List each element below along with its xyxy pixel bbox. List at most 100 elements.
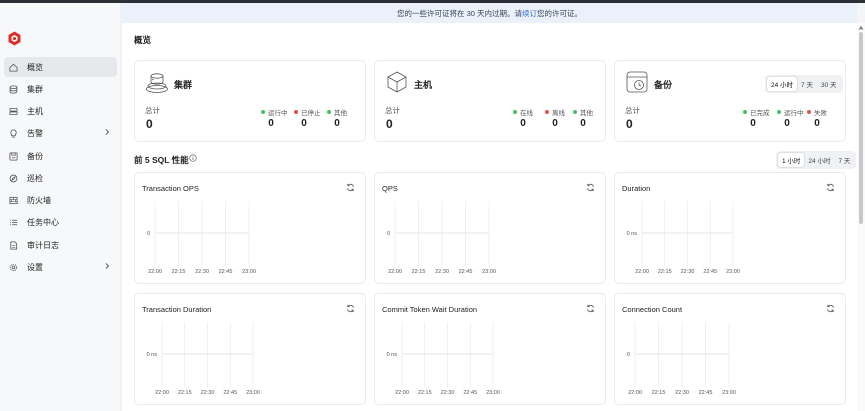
x-tick-label: 22:00 <box>148 269 162 275</box>
status-dot <box>573 110 577 114</box>
range-option[interactable]: 7 天 <box>797 77 817 91</box>
home-icon <box>8 62 18 72</box>
x-tick-label: 22:15 <box>658 269 672 275</box>
status-dot <box>743 110 747 114</box>
chart-plot: 22:00 22:15 22:30 22:45 23:00 0 <box>147 201 256 275</box>
total-label: 总计 <box>625 106 640 115</box>
x-tick-label: 22:15 <box>412 269 426 275</box>
x-tick-label: 22:45 <box>459 269 473 275</box>
scrollbar-thumb[interactable] <box>859 32 863 224</box>
card-title: 集群 <box>174 80 193 90</box>
status-label: 失败 <box>814 110 827 117</box>
sidebar-item-0[interactable]: 概览 <box>4 57 117 77</box>
sidebar-item-6[interactable]: 防火墙 <box>4 190 117 210</box>
document-icon <box>8 240 18 250</box>
sidebar-item-3[interactable]: 告警 <box>4 123 117 143</box>
metric-chart-4: Commit Token Wait Duration 22:00 22:15 22:3… <box>374 293 606 405</box>
total-value: 0 <box>386 117 393 131</box>
range-option[interactable]: 24 小时 <box>804 153 834 167</box>
sidebar-item-9[interactable]: 设置 <box>4 257 117 277</box>
x-tick-label: 23:00 <box>722 390 736 396</box>
cluster-icon <box>146 73 168 93</box>
status-label: 其他 <box>580 110 593 117</box>
list-icon <box>8 217 18 227</box>
range-option[interactable]: 30 天 <box>817 77 841 91</box>
summary-card-1[interactable]: 主机 总计 0 在线 0 离线 0 其他 0 <box>374 60 606 142</box>
y-tick-label: 0 <box>147 231 150 237</box>
chart-plot: 22:00 22:15 22:30 22:45 23:00 0 ns <box>387 322 500 396</box>
x-tick-label: 22:30 <box>195 269 209 275</box>
x-tick-label: 22:45 <box>463 390 477 396</box>
status-count: 0 <box>301 118 307 129</box>
total-label: 总计 <box>145 106 160 115</box>
total-label: 总计 <box>385 106 400 115</box>
sidebar-item-4[interactable]: 备份 <box>4 146 117 166</box>
status-legend: 其他 <box>327 107 347 117</box>
x-tick-label: 22:45 <box>223 390 237 396</box>
metric-chart-0: Transaction OPS 22:00 22:15 22:30 22:45 23:00… <box>134 172 366 284</box>
database-icon <box>8 84 18 94</box>
sidebar-item-label: 告警 <box>27 128 43 138</box>
x-tick-label: 22:30 <box>435 269 449 275</box>
x-tick-label: 22:15 <box>418 390 432 396</box>
sidebar-item-label: 防火墙 <box>27 195 51 205</box>
cube-icon <box>387 71 407 93</box>
sidebar-item-label: 备份 <box>27 151 43 161</box>
status-dot <box>327 110 331 114</box>
x-tick-label: 22:30 <box>675 390 689 396</box>
sidebar-item-7[interactable]: 任务中心 <box>4 212 117 232</box>
sidebar-item-2[interactable]: 主机 <box>4 101 117 121</box>
x-tick-label: 23:00 <box>482 269 496 275</box>
y-tick-label: 0 ns <box>387 352 398 358</box>
metric-chart-3: Transaction Duration 22:00 22:15 22:30 22:45… <box>134 293 366 405</box>
status-dot <box>513 110 517 114</box>
status-dot <box>294 110 298 114</box>
gear-icon <box>8 262 18 272</box>
chart-plot: 22:00 22:15 22:30 22:45 23:00 0 ns <box>147 322 260 396</box>
range-option[interactable]: 7 天 <box>834 153 854 167</box>
backup-icon <box>626 71 648 93</box>
sidebar-item-1[interactable]: 集群 <box>4 79 117 99</box>
metric-chart-2: Duration 22:00 22:15 22:30 22:45 23:00 0 ns <box>614 172 846 284</box>
sidebar-item-label: 巡检 <box>27 173 43 183</box>
sidebar-item-label: 设置 <box>27 262 43 272</box>
summary-card-0[interactable]: 集群 总计 0 运行中 0 已停止 0 其他 0 <box>134 60 366 142</box>
renew-license-link[interactable]: 续订 <box>522 9 537 18</box>
sidebar-item-label: 任务中心 <box>27 217 59 227</box>
server-icon <box>8 106 18 116</box>
status-count: 0 <box>784 118 790 129</box>
chart-plot: 22:00 22:15 22:30 22:45 23:00 0 <box>387 201 496 275</box>
status-count: 0 <box>814 118 820 129</box>
banner-text-end: 您的许可证。 <box>537 9 582 18</box>
x-tick-label: 23:00 <box>246 390 260 396</box>
status-dot <box>777 110 781 114</box>
summary-card-2[interactable]: 备份 总计 0 已完成 0 运行中 0 失败 0 24 小时 7 天 30 天 <box>614 60 846 142</box>
x-tick-label: 22:00 <box>395 390 409 396</box>
sidebar-item-5[interactable]: 巡检 <box>4 168 117 188</box>
info-icon[interactable] <box>189 154 197 162</box>
status-count: 0 <box>750 118 756 129</box>
sidebar: 概览 集群 主机告警备份巡检防火墙任务中心审计日志设置 <box>0 3 121 411</box>
x-tick-label: 22:45 <box>703 269 717 275</box>
scroll-up-arrow-icon[interactable] <box>858 25 864 30</box>
sql-performance-title: 前 5 SQL 性能 <box>134 155 189 165</box>
app-logo-icon <box>8 31 21 46</box>
sidebar-item-label: 审计日志 <box>27 240 59 250</box>
status-label: 运行中 <box>784 110 804 117</box>
y-tick-label: 0 ns <box>627 231 638 237</box>
status-count: 0 <box>334 118 340 129</box>
status-label: 在线 <box>520 110 533 117</box>
x-tick-label: 22:00 <box>388 269 402 275</box>
banner-text: 您的一些许可证将在 30 天内过期。请 <box>396 9 522 18</box>
status-dot <box>807 110 811 114</box>
x-tick-label: 22:00 <box>155 390 169 396</box>
sidebar-item-8[interactable]: 审计日志 <box>4 235 117 255</box>
metric-chart-1: QPS 22:00 22:15 22:30 22:45 23:00 0 <box>374 172 606 284</box>
y-tick-label: 0 <box>627 352 630 358</box>
range-option[interactable]: 1 小时 <box>778 153 805 167</box>
x-tick-label: 23:00 <box>486 390 500 396</box>
range-option[interactable]: 24 小时 <box>767 77 798 91</box>
status-legend: 已完成 <box>743 107 770 117</box>
x-tick-label: 22:15 <box>652 390 666 396</box>
status-label: 已完成 <box>750 110 770 117</box>
